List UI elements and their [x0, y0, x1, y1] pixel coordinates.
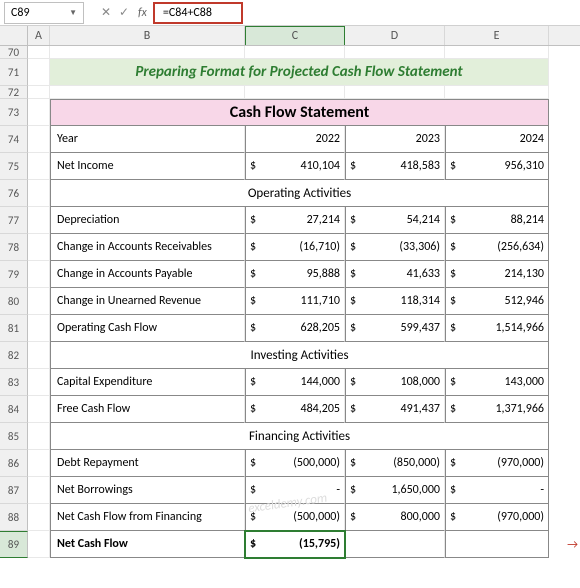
section-investing: Investing Activities — [50, 342, 549, 369]
cell[interactable]: $1,650,000 — [345, 477, 445, 504]
row-header[interactable]: 89 — [0, 531, 28, 558]
row-header[interactable]: 80 — [0, 288, 28, 315]
formula-input[interactable]: =C84+C88 — [153, 2, 243, 24]
formula-bar-row: C89 ▼ ✕ ✓ fx =C84+C88 — [0, 0, 580, 26]
year-e[interactable]: 2024 — [445, 126, 549, 153]
row-header[interactable]: 86 — [0, 450, 28, 477]
cell[interactable]: $1,514,966 — [445, 315, 549, 342]
label-depreciation: Depreciation — [50, 207, 245, 234]
row-header[interactable]: 77 — [0, 207, 28, 234]
col-header-e[interactable]: E — [445, 26, 549, 45]
cell[interactable]: $95,888 — [245, 261, 345, 288]
col-header-a[interactable]: A — [28, 26, 50, 45]
cancel-icon[interactable]: ✕ — [98, 5, 114, 20]
row-header[interactable]: 79 — [0, 261, 28, 288]
row-header[interactable]: 75 — [0, 153, 28, 180]
row-headers: 70 71 72 73 74 75 76 77 78 79 80 81 82 8… — [0, 46, 28, 558]
year-d[interactable]: 2023 — [345, 126, 445, 153]
row-header[interactable]: 78 — [0, 234, 28, 261]
cell[interactable]: $(33,306) — [345, 234, 445, 261]
name-box[interactable]: C89 ▼ — [4, 2, 84, 24]
cell[interactable]: $- — [445, 477, 549, 504]
cell[interactable]: $599,437 — [345, 315, 445, 342]
row-header[interactable]: 74 — [0, 126, 28, 153]
selected-cell[interactable]: $(15,795) — [245, 531, 345, 558]
col-header-d[interactable]: D — [345, 26, 445, 45]
check-icon[interactable]: ✓ — [116, 5, 132, 20]
row-header[interactable]: 73 — [0, 99, 28, 126]
cell[interactable]: $(850,000) — [345, 450, 445, 477]
cell[interactable]: $628,205 — [245, 315, 345, 342]
cell[interactable]: $54,214 — [345, 207, 445, 234]
row-header[interactable]: 85 — [0, 423, 28, 450]
cell[interactable]: $118,314 — [345, 288, 445, 315]
row-header[interactable]: 84 — [0, 396, 28, 423]
col-header-b[interactable]: B — [50, 26, 245, 45]
label-ncff: Net Cash Flow from Financing — [50, 504, 245, 531]
row-header[interactable]: 88 — [0, 504, 28, 531]
row-header[interactable]: 83 — [0, 369, 28, 396]
label-ncf: Net Cash Flow — [50, 531, 245, 558]
section-operating: Operating Activities — [50, 180, 549, 207]
row-header[interactable]: 70 — [0, 46, 28, 59]
col-header-c[interactable]: C — [245, 26, 345, 45]
label-fcf: Free Cash Flow — [50, 396, 245, 423]
cell[interactable]: $410,104 — [245, 153, 345, 180]
formula-text: =C84+C88 — [163, 6, 212, 20]
cell[interactable]: $956,310 — [445, 153, 549, 180]
cell[interactable]: $(970,000) — [445, 450, 549, 477]
label-cur: Change in Unearned Revenue — [50, 288, 245, 315]
row-header[interactable]: 71 — [0, 59, 28, 86]
row-header[interactable]: 87 — [0, 477, 28, 504]
year-c[interactable]: 2022 — [245, 126, 345, 153]
table-header: Cash Flow Statement — [50, 99, 549, 126]
chevron-down-icon[interactable]: ▼ — [69, 8, 77, 18]
label-ocf: Operating Cash Flow — [50, 315, 245, 342]
cell[interactable]: $(256,634) — [445, 234, 549, 261]
cell[interactable]: $(16,710) — [245, 234, 345, 261]
cell[interactable]: $418,583 — [345, 153, 445, 180]
cell[interactable]: $(500,000) — [245, 504, 345, 531]
cell[interactable]: $- — [245, 477, 345, 504]
cell[interactable] — [445, 531, 549, 558]
label-debt: Debt Repayment — [50, 450, 245, 477]
row-header[interactable]: 76 — [0, 180, 28, 207]
fx-label[interactable]: fx — [138, 6, 147, 20]
cell[interactable]: $491,437 — [345, 396, 445, 423]
label-cap: Change in Accounts Payable — [50, 261, 245, 288]
title-banner: Preparing Format for Projected Cash Flow… — [50, 59, 549, 86]
row-header[interactable]: 82 — [0, 342, 28, 369]
cell[interactable]: $41,633 — [345, 261, 445, 288]
grid: 70 71 72 73 74 75 76 77 78 79 80 81 82 8… — [0, 46, 580, 558]
cell[interactable]: $144,000 — [245, 369, 345, 396]
cell[interactable]: $800,000 — [345, 504, 445, 531]
formula-buttons: ✕ ✓ — [98, 5, 132, 20]
label-netbor: Net Borrowings — [50, 477, 245, 504]
row-header[interactable]: 81 — [0, 315, 28, 342]
cell[interactable]: $484,205 — [245, 396, 345, 423]
cell[interactable]: $88,214 — [445, 207, 549, 234]
cell[interactable]: $143,000 — [445, 369, 549, 396]
cell[interactable]: $1,371,966 — [445, 396, 549, 423]
label-capex: Capital Expenditure — [50, 369, 245, 396]
row-header[interactable]: 72 — [0, 86, 28, 99]
label-car: Change in Accounts Receivables — [50, 234, 245, 261]
cell[interactable]: $214,130 — [445, 261, 549, 288]
label-year: Year — [50, 126, 245, 153]
cell[interactable]: $(500,000) — [245, 450, 345, 477]
column-headers: A B C D E — [0, 26, 580, 46]
cell[interactable]: $(970,000) — [445, 504, 549, 531]
cell[interactable]: $27,214 — [245, 207, 345, 234]
cell[interactable]: $512,946 — [445, 288, 549, 315]
label-net-income: Net Income — [50, 153, 245, 180]
cells-area[interactable]: exceldemy.com Preparing Format for Proje… — [28, 46, 580, 558]
cell[interactable]: $111,710 — [245, 288, 345, 315]
name-box-value: C89 — [11, 6, 30, 20]
arrow-right-icon: → — [567, 538, 578, 552]
section-financing: Financing Activities — [50, 423, 549, 450]
select-all-corner[interactable] — [0, 26, 28, 45]
cell[interactable] — [345, 531, 445, 558]
cell[interactable]: $108,000 — [345, 369, 445, 396]
